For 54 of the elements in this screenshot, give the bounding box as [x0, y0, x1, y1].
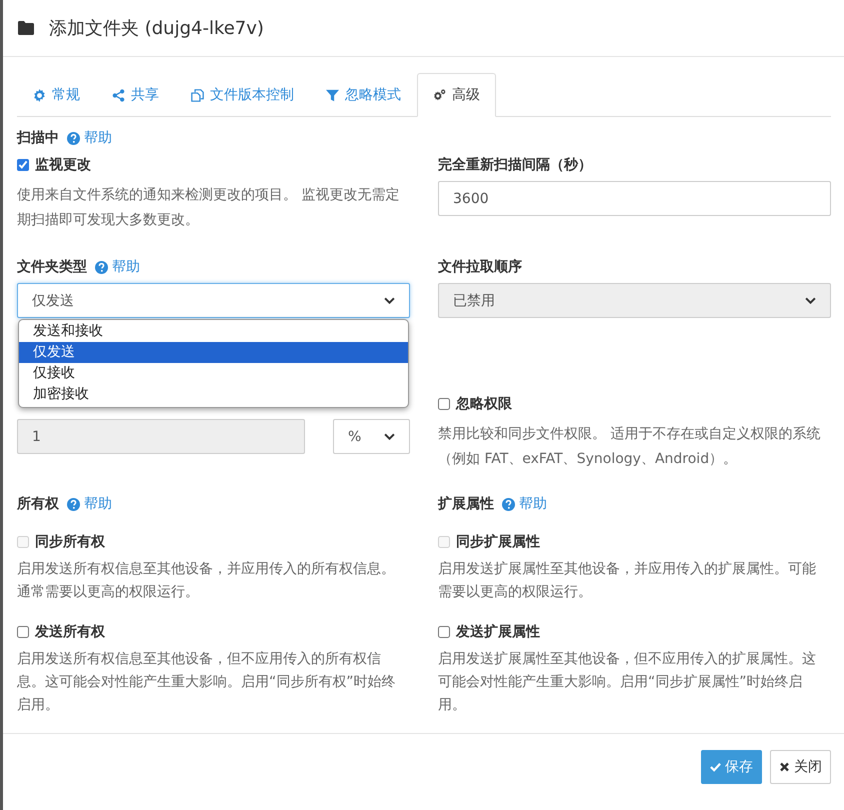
close-button[interactable]: 关闭 [770, 750, 831, 784]
close-icon [779, 762, 790, 772]
help-link[interactable]: 帮助 [67, 129, 112, 147]
tab[interactable]: 忽略模式 [310, 73, 417, 117]
checkbox-label: 发送所有权 [35, 623, 105, 641]
dropdown-option[interactable]: 发送和接收 [19, 321, 408, 342]
checkbox-label: 发送扩展属性 [456, 623, 540, 641]
help-text: 启用发送扩展属性至其他设备，并应用传入的扩展属性。可能需要以更高的权限运行。 [438, 560, 817, 602]
tab[interactable]: 高级 [417, 73, 496, 117]
dialog-title: 添加文件夹 (dujg4-lke7v) [49, 17, 264, 40]
tab[interactable]: 常规 [17, 73, 96, 117]
help-icon [67, 132, 80, 144]
help-link[interactable]: 帮助 [502, 495, 547, 513]
checkbox[interactable] [17, 159, 29, 171]
folder-type-select[interactable]: 仅发送 [17, 283, 410, 318]
help-text: 启用发送所有权信息至其他设备，并应用传入的所有权信息。通常需要以更高的权限运行。 [17, 560, 396, 602]
help-icon [95, 260, 108, 274]
folder-icon [18, 21, 34, 35]
dropdown-option[interactable]: 仅发送 [19, 342, 408, 363]
help-text: 启用发送扩展属性至其他设备，但不应用传入的扩展属性。这可能会对性能产生重大影响。启用“同步扩展属性”时始终启用。 [438, 650, 817, 715]
checkbox-label: 忽略权限 [456, 395, 512, 413]
help-icon [67, 498, 80, 510]
filter-icon [326, 88, 339, 102]
check-icon [710, 762, 721, 772]
help-text: 使用来自文件系统的通知来检测更改的项目。 监视更改无需定期扫描即可发现大多数更改。 [17, 186, 400, 230]
chevron-icon [805, 297, 816, 304]
checkbox[interactable] [438, 398, 450, 410]
section-heading: 扩展属性 [438, 495, 494, 513]
chevron-icon [384, 433, 395, 440]
field-label: 完全重新扫描间隔（秒） [438, 156, 593, 175]
checkbox-label: 同步扩展属性 [456, 533, 540, 551]
checkbox[interactable] [438, 626, 450, 638]
checkbox-label: 同步所有权 [35, 533, 105, 551]
gear-icon [33, 88, 46, 102]
help-icon [502, 498, 515, 510]
copy-icon [191, 88, 204, 102]
field-label: 文件夹类型 [17, 258, 87, 277]
help-text: 启用发送所有权信息至其他设备，但不应用传入的所有权信息。这可能会对性能产生重大影响。启用“同步所有权”时始终启用。 [17, 650, 397, 715]
section-heading: 所有权 [17, 495, 59, 513]
dropdown-option[interactable]: 仅接收 [19, 363, 408, 384]
tab[interactable]: 共享 [96, 73, 175, 117]
chevron-icon [384, 297, 395, 304]
tab[interactable]: 文件版本控制 [175, 73, 310, 117]
section-heading: 扫描中 [17, 129, 59, 147]
dropdown-option[interactable]: 加密接收 [19, 384, 408, 405]
help-link[interactable]: 帮助 [95, 257, 140, 277]
help-text: 禁用比较和同步文件权限。 适用于不存在或自定义权限的系统（例如 FAT、exFAT、Synology、Android）。 [438, 425, 822, 469]
share-icon [112, 88, 125, 102]
gears-icon [433, 88, 446, 102]
rescan-interval-field[interactable]: 3600 [438, 181, 831, 216]
field-label: 文件拉取顺序 [438, 258, 523, 277]
help-link[interactable]: 帮助 [67, 495, 112, 513]
checkbox[interactable] [17, 626, 29, 638]
checkbox-label: 监视更改 [35, 156, 91, 174]
